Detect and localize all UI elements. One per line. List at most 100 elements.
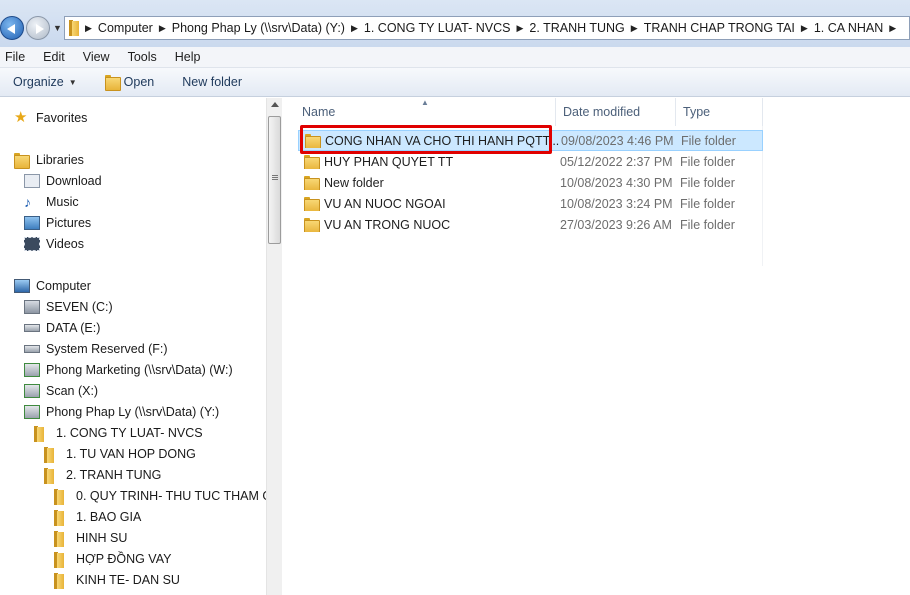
- folder-icon: [54, 489, 70, 505]
- folder-icon: [44, 468, 60, 484]
- menu-view[interactable]: View: [83, 50, 110, 64]
- file-type: File folder: [680, 217, 735, 232]
- open-button[interactable]: Open: [104, 75, 155, 91]
- column-type-label: Type: [683, 105, 711, 119]
- nav-drive-e[interactable]: DATA (E:): [24, 321, 100, 335]
- nav-tree-tranh-tung[interactable]: 2. TRANH TUNG: [44, 468, 162, 484]
- chevron-right-icon[interactable]: ▶: [631, 23, 638, 34]
- chevron-right-icon[interactable]: ▶: [516, 23, 523, 34]
- annotation-highlight-box: [300, 125, 552, 154]
- folder-icon: [304, 217, 320, 232]
- hard-drive-icon: [24, 345, 40, 353]
- chevron-right-icon[interactable]: ▶: [801, 23, 808, 34]
- breadcrumb-computer[interactable]: Computer: [98, 21, 153, 35]
- file-type: File folder: [680, 196, 735, 211]
- new-folder-button[interactable]: New folder: [182, 75, 242, 89]
- film-icon: [24, 237, 40, 251]
- navigation-pane: ★ Favorites Libraries Download ♪ Music P…: [0, 98, 282, 595]
- nav-drive-c[interactable]: SEVEN (C:): [24, 300, 113, 314]
- nav-tree-quy-trinh[interactable]: 0. QUY TRINH- THU TUC THAM GIA: [54, 489, 282, 505]
- nav-computer-label: Computer: [36, 279, 91, 293]
- star-icon: ★: [14, 109, 28, 126]
- nav-library-pictures[interactable]: Pictures: [24, 216, 91, 230]
- open-label: Open: [123, 75, 155, 89]
- breadcrumb-ca-nhan[interactable]: 1. CA NHAN: [814, 21, 883, 35]
- folder-icon: [54, 531, 70, 547]
- menu-edit[interactable]: Edit: [43, 50, 65, 64]
- nav-tree-label: 0. QUY TRINH- THU TUC THAM GIA: [76, 489, 282, 503]
- nav-tree-label: HINH SU: [76, 531, 128, 545]
- menu-tools[interactable]: Tools: [128, 50, 157, 64]
- hard-drive-icon: [24, 324, 40, 332]
- menu-file[interactable]: File: [5, 50, 25, 64]
- nav-drive-f-label: System Reserved (F:): [46, 342, 168, 356]
- nav-tree-bao-gia[interactable]: 1. BAO GIA: [54, 510, 141, 526]
- folder-icon: [304, 196, 320, 211]
- scrollbar-thumb[interactable]: [268, 116, 281, 244]
- file-row[interactable]: VU AN TRONG NUOC 27/03/2023 9:26 AM File…: [298, 214, 763, 235]
- nav-tree-tu-van-hop-dong[interactable]: 1. TU VAN HOP DONG: [44, 447, 196, 463]
- nav-tree-hop-dong-vay[interactable]: HỢP ĐỒNG VAY: [54, 552, 171, 568]
- file-date: 10/08/2023 3:24 PM: [560, 196, 673, 211]
- chevron-right-icon[interactable]: ▶: [889, 23, 896, 34]
- nav-drive-f[interactable]: System Reserved (F:): [24, 342, 168, 356]
- file-row[interactable]: VU AN NUOC NGOAI 10/08/2023 3:24 PM File…: [298, 193, 763, 214]
- nav-favorites-label: Favorites: [36, 111, 88, 125]
- windows-drive-icon: [24, 300, 40, 314]
- nav-tree-label: 1. TU VAN HOP DONG: [66, 447, 196, 461]
- forward-button[interactable]: [26, 16, 50, 40]
- computer-icon: [14, 279, 30, 293]
- file-name: HUY PHAN QUYET TT: [324, 154, 454, 169]
- file-row[interactable]: HUY PHAN QUYET TT 05/12/2022 2:37 PM Fil…: [298, 151, 763, 172]
- file-row[interactable]: New folder 10/08/2023 4:30 PM File folde…: [298, 172, 763, 193]
- nav-drive-w-label: Phong Marketing (\\srv\Data) (W:): [46, 363, 233, 377]
- navigation-scrollbar[interactable]: [266, 98, 282, 595]
- breadcrumb-tranh-tung[interactable]: 2. TRANH TUNG: [529, 21, 624, 35]
- nav-drive-c-label: SEVEN (C:): [46, 300, 113, 314]
- nav-tree-cong-ty-luat[interactable]: 1. CONG TY LUAT- NVCS: [34, 426, 203, 442]
- file-type: File folder: [680, 175, 735, 190]
- recent-pages-chevron-down-icon[interactable]: ▼: [53, 23, 62, 33]
- nav-tree-kinh-te[interactable]: KINH TE- DAN SU: [54, 573, 180, 589]
- chevron-down-icon: ▼: [68, 77, 77, 87]
- file-name: VU AN TRONG NUOC: [324, 217, 451, 232]
- nav-libraries[interactable]: Libraries: [14, 153, 84, 169]
- nav-library-download[interactable]: Download: [24, 174, 102, 188]
- nav-libraries-label: Libraries: [36, 153, 84, 167]
- nav-music-label: Music: [46, 195, 79, 209]
- folder-icon: [44, 447, 60, 463]
- command-bar: Organize ▼ Open New folder: [0, 68, 910, 97]
- scroll-up-arrow-icon[interactable]: [271, 102, 279, 107]
- nav-drive-w[interactable]: Phong Marketing (\\srv\Data) (W:): [24, 363, 233, 377]
- column-header-date[interactable]: Date modified: [556, 98, 676, 126]
- folder-icon: [54, 552, 70, 568]
- menu-help[interactable]: Help: [175, 50, 201, 64]
- column-header-type[interactable]: Type: [676, 98, 763, 126]
- nav-library-music[interactable]: ♪ Music: [24, 195, 79, 209]
- folder-icon: [304, 175, 320, 190]
- breadcrumb[interactable]: ▶ Computer ▶ Phong Phap Ly (\\srv\Data) …: [64, 16, 910, 40]
- file-name: New folder: [324, 175, 384, 190]
- nav-drive-x[interactable]: Scan (X:): [24, 384, 98, 398]
- back-button[interactable]: [0, 16, 24, 40]
- chevron-right-icon[interactable]: ▶: [351, 23, 358, 34]
- network-drive-icon: [24, 363, 40, 377]
- chevron-right-icon[interactable]: ▶: [159, 23, 166, 34]
- nav-tree-hinh-su[interactable]: HINH SU: [54, 531, 128, 547]
- address-bar-row: ▼ ▶ Computer ▶ Phong Phap Ly (\\srv\Data…: [0, 0, 910, 47]
- network-drive-icon: [24, 405, 40, 419]
- nav-drive-y[interactable]: Phong Phap Ly (\\srv\Data) (Y:): [24, 405, 219, 419]
- nav-favorites[interactable]: ★ Favorites: [14, 109, 88, 126]
- nav-tree-label: 2. TRANH TUNG: [66, 468, 162, 482]
- file-type: File folder: [681, 133, 736, 148]
- breadcrumb-drive[interactable]: Phong Phap Ly (\\srv\Data) (Y:): [172, 21, 345, 35]
- folder-icon: [54, 573, 70, 589]
- file-date: 09/08/2023 4:46 PM: [561, 133, 674, 148]
- breadcrumb-cong-ty-luat[interactable]: 1. CONG TY LUAT- NVCS: [364, 21, 511, 35]
- nav-computer[interactable]: Computer: [14, 279, 91, 293]
- organize-button[interactable]: Organize ▼: [13, 75, 77, 89]
- chevron-right-icon[interactable]: ▶: [85, 23, 92, 34]
- breadcrumb-tranh-chap[interactable]: TRANH CHAP TRONG TAI: [644, 21, 795, 35]
- nav-drive-e-label: DATA (E:): [46, 321, 101, 335]
- nav-library-videos[interactable]: Videos: [24, 237, 84, 251]
